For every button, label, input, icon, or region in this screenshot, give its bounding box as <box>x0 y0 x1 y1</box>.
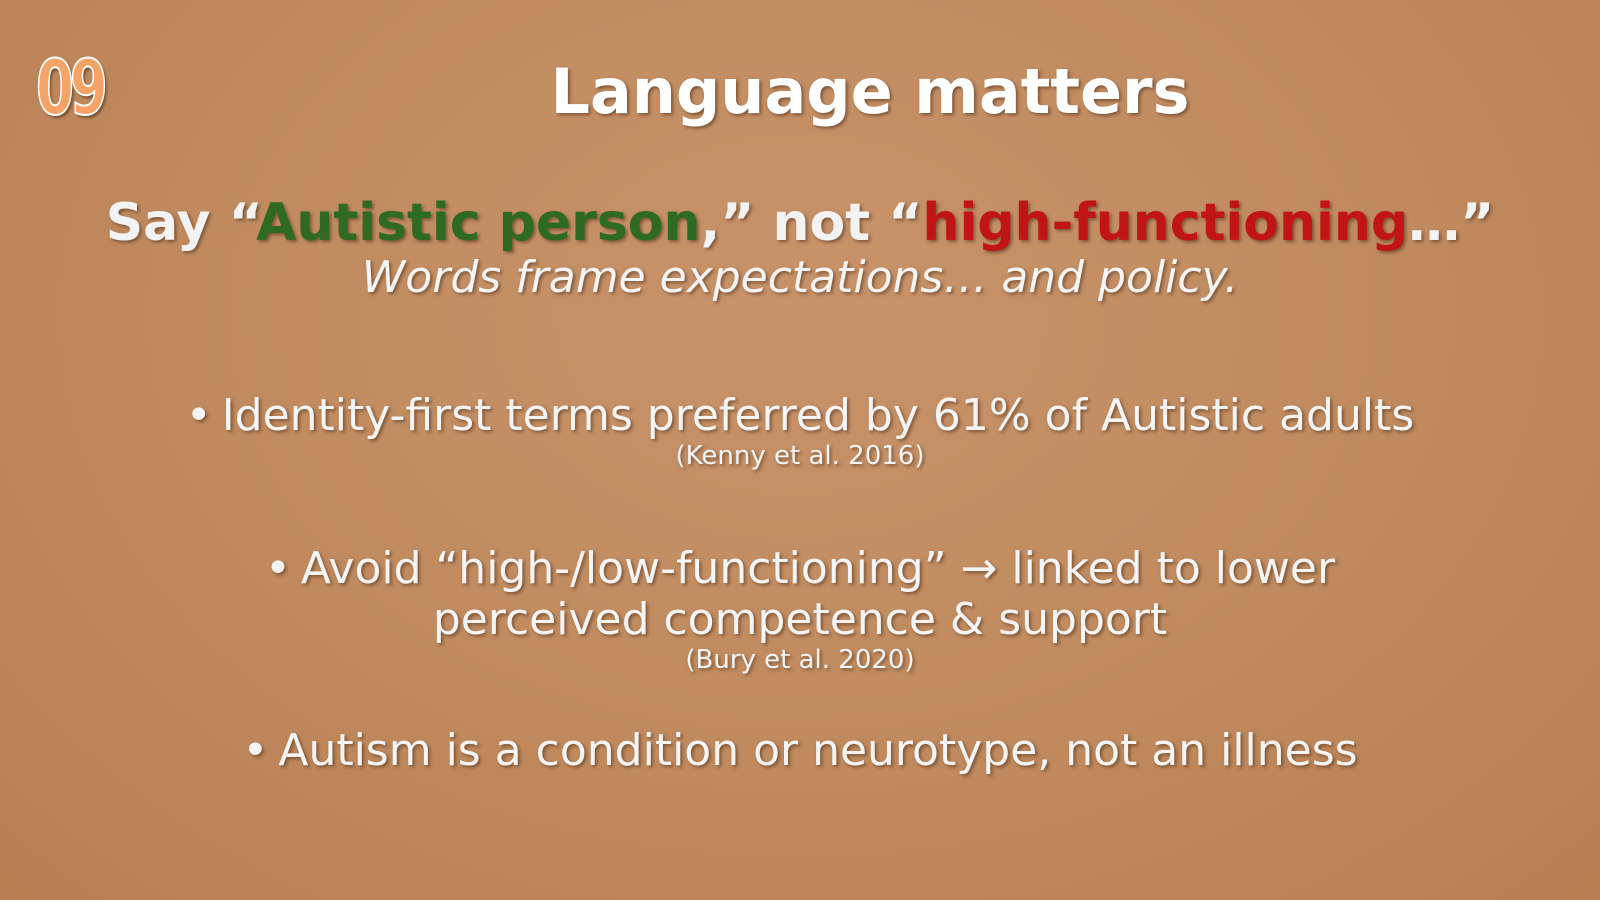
bullet-text: Autism is a condition or neurotype, not … <box>278 725 1358 776</box>
bullet-text: Identity-first terms preferred by 61% of… <box>221 390 1415 441</box>
bullet-marker: • <box>264 543 291 594</box>
citation-kenny: (Kenny et al. 2016) <box>675 441 925 472</box>
headline-middle: ,” not “ <box>700 193 923 253</box>
bullet-identity-first: • Identity-first terms preferred by 61% o… <box>0 390 1600 472</box>
bullet-marker: • <box>242 725 269 776</box>
bullet-marker: • <box>185 390 212 441</box>
headline-preferred-term: Autistic person <box>256 193 701 253</box>
headline-say: Say “ <box>105 193 257 253</box>
slide-title: Language matters <box>550 55 1190 128</box>
bullet-text-line2: perceived competence & support <box>432 594 1168 646</box>
bullet-avoid-functioning-labels: • Avoid “high-/low-functioning” → linked … <box>0 543 1600 676</box>
headline: Say “Autistic person,” not “high-functio… <box>0 193 1600 253</box>
slide: 09 Language matters Say “Autistic person… <box>0 0 1600 900</box>
bullet-text-line1: Avoid “high-/low-functioning” → linked t… <box>300 543 1336 594</box>
subline: Words frame expectations… and policy. <box>361 252 1239 303</box>
headline-end: …” <box>1408 193 1495 253</box>
headline-avoided-term: high-functioning <box>922 193 1409 253</box>
citation-bury: (Bury et al. 2020) <box>685 645 915 676</box>
bullet-condition-not-illness: • Autism is a condition or neurotype, not… <box>0 725 1600 776</box>
